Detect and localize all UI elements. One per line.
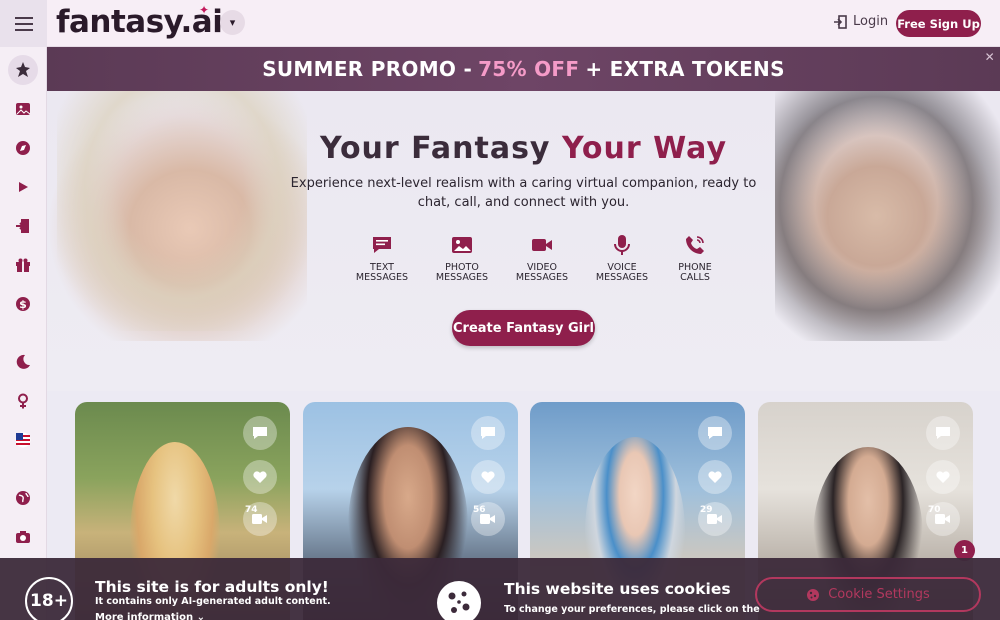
door-icon[interactable] [8, 211, 38, 241]
adult-warning-title: This site is for adults only! [95, 578, 329, 596]
heart-icon [481, 471, 495, 483]
favorite-button[interactable] [471, 460, 505, 494]
video-count: 29 [700, 505, 713, 515]
favorite-button[interactable] [243, 460, 277, 494]
cookie-settings-button[interactable]: Cookie Settings [755, 577, 981, 612]
hero-title-accent: Your Way [561, 131, 728, 166]
logo[interactable]: fantasy.ai [56, 4, 223, 40]
phone-icon [683, 233, 707, 257]
feature-text-messages: TEXT MESSAGES [347, 233, 417, 282]
globe-icon[interactable] [8, 483, 38, 513]
play-icon[interactable] [8, 172, 38, 202]
favorite-button[interactable] [926, 460, 960, 494]
female-icon[interactable] [8, 386, 38, 416]
chat-button[interactable] [698, 416, 732, 450]
cookie-settings-icon [807, 588, 820, 601]
heart-icon [936, 471, 950, 483]
login-link[interactable]: Login [833, 14, 888, 29]
promo-text-1: SUMMER PROMO - [262, 57, 473, 81]
promo-discount: 75% OFF [478, 57, 580, 81]
hamburger-icon [14, 16, 33, 31]
heart-icon [253, 471, 267, 483]
feature-voice-messages: VOICE MESSAGES [587, 233, 657, 282]
sidebar: $ [0, 47, 47, 620]
video-count: 56 [473, 505, 486, 515]
chat-icon [481, 427, 495, 439]
logo-star-icon: ✦ [199, 3, 210, 17]
login-icon [834, 14, 847, 29]
menu-button[interactable] [0, 0, 47, 47]
video-count: 74 [245, 505, 258, 515]
logo-dropdown-button[interactable]: ▾ [220, 10, 245, 35]
promo-banner[interactable]: SUMMER PROMO - 75% OFF + EXTRA TOKENS ✕ [47, 47, 1000, 91]
chat-icon [370, 233, 394, 257]
close-icon[interactable]: ✕ [985, 50, 995, 64]
chat-icon [253, 427, 267, 439]
more-information-link[interactable]: More information ⌄ [95, 612, 205, 620]
chat-button[interactable] [243, 416, 277, 450]
chat-button[interactable] [471, 416, 505, 450]
us-flag-icon[interactable] [8, 425, 38, 455]
chat-icon [936, 427, 950, 439]
hero-section: Your Fantasy Your Way Experience next-le… [47, 91, 1000, 391]
promo-text-2: + EXTRA TOKENS [585, 57, 785, 81]
chat-icon [708, 427, 722, 439]
gallery-icon[interactable] [8, 94, 38, 124]
camera-icon[interactable] [8, 522, 38, 552]
age-badge: 18+ [25, 577, 73, 620]
feature-list: TEXT MESSAGES PHOTO MESSAGES VIDEO MESSA… [327, 233, 747, 293]
favorite-button[interactable] [698, 460, 732, 494]
compass-icon[interactable] [8, 133, 38, 163]
hero-image-left-hair [57, 91, 307, 331]
microphone-icon [610, 233, 634, 257]
feature-phone-calls: PHONE CALLS [660, 233, 730, 282]
create-fantasy-girl-button[interactable]: Create Fantasy Girl [452, 310, 595, 346]
chevron-down-icon: ▾ [229, 16, 236, 29]
chevron-down-icon: ⌄ [196, 612, 205, 620]
hero-title: Your Fantasy Your Way [47, 131, 1000, 166]
feature-video-messages: VIDEO MESSAGES [507, 233, 577, 282]
moon-icon[interactable] [8, 347, 38, 377]
cookie-subtitle: To change your preferences, please click… [504, 604, 760, 615]
video-count: 70 [928, 505, 941, 515]
chat-button[interactable] [926, 416, 960, 450]
sparkle-icon[interactable] [8, 55, 38, 85]
signup-button[interactable]: Free Sign Up [896, 10, 981, 37]
hero-image-right-hair [775, 91, 1000, 341]
cookie-title: This website uses cookies [504, 580, 731, 598]
feature-photo-messages: PHOTO MESSAGES [427, 233, 497, 282]
cookie-icon [437, 581, 481, 620]
cookie-settings-label: Cookie Settings [828, 587, 930, 602]
video-icon [530, 233, 554, 257]
heart-icon [708, 471, 722, 483]
hero-title-part1: Your Fantasy [319, 131, 551, 166]
photo-icon [450, 233, 474, 257]
dollar-icon[interactable]: $ [8, 289, 38, 319]
gift-icon[interactable] [8, 250, 38, 280]
adult-warning-subtitle: It contains only AI-generated adult cont… [95, 596, 331, 607]
top-bar: fantasy.ai ✦ ▾ Login Free Sign Up [0, 0, 1000, 47]
hero-subtitle: Experience next-level realism with a car… [290, 176, 757, 210]
svg-text:$: $ [19, 298, 27, 311]
login-label: Login [853, 14, 889, 29]
